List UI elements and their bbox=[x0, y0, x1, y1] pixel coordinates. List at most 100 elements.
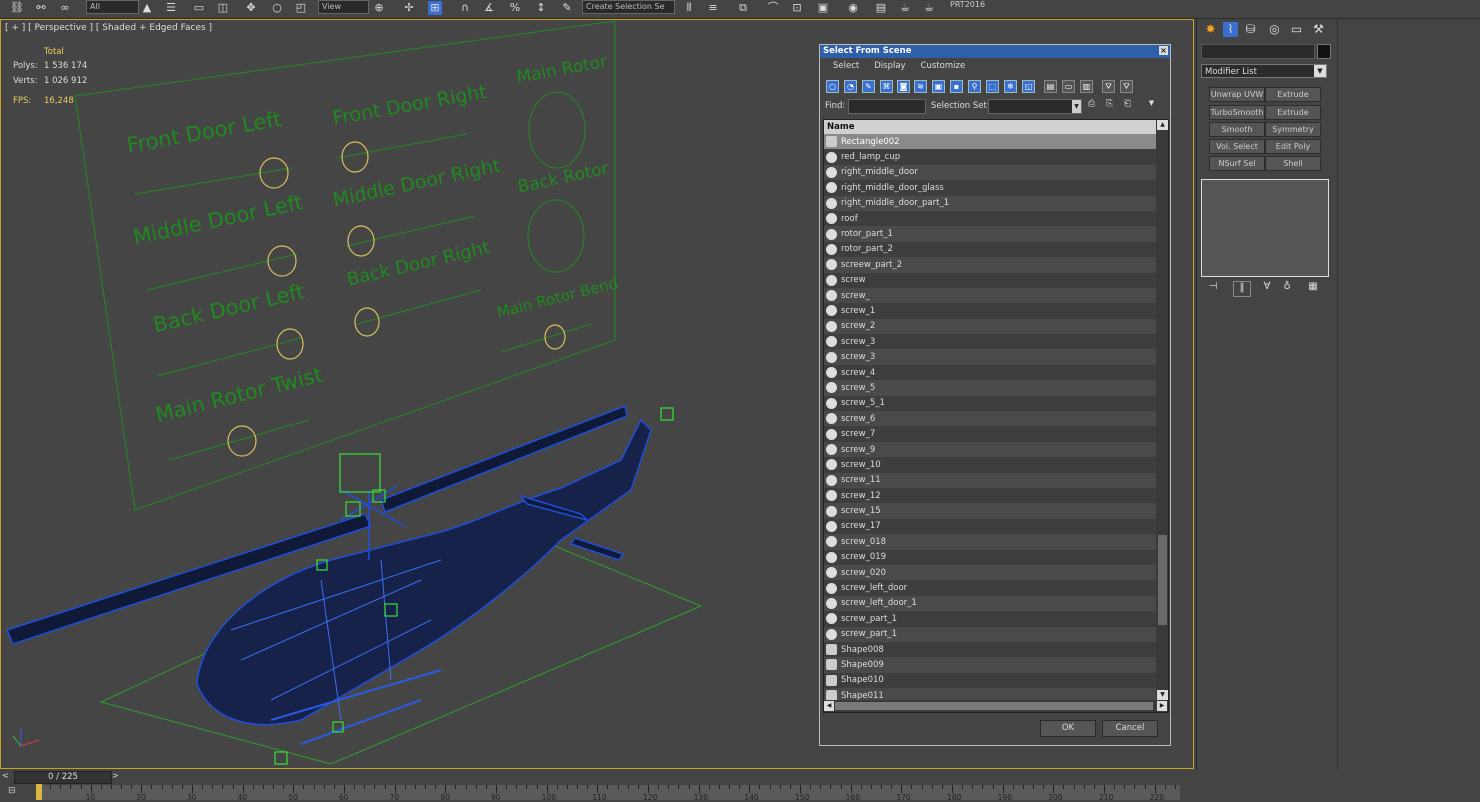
list-item[interactable]: screw bbox=[824, 272, 1156, 288]
list-item[interactable]: screw_5 bbox=[824, 380, 1156, 395]
snap-icon[interactable]: ∩ bbox=[458, 1, 472, 15]
list-item[interactable]: screw_019 bbox=[824, 549, 1156, 565]
rect-region-icon[interactable]: ▭ bbox=[192, 1, 206, 15]
hscroll-thumb[interactable] bbox=[835, 702, 1153, 710]
list-item[interactable]: screw_020 bbox=[824, 565, 1156, 580]
list-item[interactable]: rotor_part_2 bbox=[824, 241, 1156, 258]
modifier-button-nsurf-sel[interactable]: NSurf Sel bbox=[1209, 156, 1265, 171]
select-all-icon[interactable]: ▤ bbox=[1044, 80, 1057, 93]
time-cursor[interactable] bbox=[36, 784, 42, 800]
curve-editor-icon[interactable]: ⌒ bbox=[766, 1, 780, 15]
menu-select[interactable]: Select bbox=[833, 61, 859, 71]
list-item[interactable]: screw_1 bbox=[824, 303, 1156, 319]
filter-geometry-icon[interactable]: ○ bbox=[826, 80, 839, 93]
list-item[interactable]: screw_9 bbox=[824, 442, 1156, 457]
modifier-button-turbosmooth[interactable]: TurboSmooth bbox=[1209, 105, 1265, 120]
remove-modifier-icon[interactable]: ♁ bbox=[1279, 281, 1295, 295]
selset-add-icon[interactable]: ⎘ bbox=[1103, 99, 1116, 112]
modifier-button-extrude[interactable]: Extrude bbox=[1265, 87, 1321, 102]
modifier-button-vol-select[interactable]: Vol. Select bbox=[1209, 139, 1265, 154]
configure-sets-icon[interactable]: ▦ bbox=[1305, 281, 1321, 295]
align-icon[interactable]: ≡ bbox=[706, 1, 720, 15]
list-item[interactable]: screw_17 bbox=[824, 518, 1156, 535]
list-item[interactable]: screew_part_2 bbox=[824, 257, 1156, 272]
track-bar-ruler[interactable]: 10 20 30 40 50 60 70 80 90 100 110 120 130 140 150 160 1… bbox=[40, 785, 1180, 802]
list-item[interactable]: right_middle_door_glass bbox=[824, 180, 1156, 196]
list-item[interactable]: screw_part_1 bbox=[824, 627, 1156, 642]
unlink-icon[interactable]: ⚯ bbox=[34, 1, 48, 15]
list-item[interactable]: screw_ bbox=[824, 288, 1156, 303]
rotate-icon[interactable]: ○ bbox=[270, 1, 284, 15]
spinner-snap-icon[interactable]: ↕ bbox=[534, 1, 548, 15]
filter-helpers-icon[interactable]: ◙ bbox=[897, 80, 910, 93]
menu-customize[interactable]: Customize bbox=[921, 61, 966, 71]
display-tab-icon[interactable]: ▭ bbox=[1289, 22, 1304, 37]
select-icon[interactable]: ▲ bbox=[140, 1, 154, 15]
modifier-stack-view[interactable] bbox=[1201, 179, 1329, 277]
modifier-button-unwrap-uvw[interactable]: Unwrap UVW bbox=[1209, 87, 1265, 102]
named-selection-combo[interactable]: Create Selection Se bbox=[582, 0, 675, 14]
list-item[interactable]: right_middle_door_part_1 bbox=[824, 196, 1156, 211]
move-icon[interactable]: ✥ bbox=[244, 1, 258, 15]
selection-filter-combo[interactable]: All bbox=[86, 0, 139, 14]
utilities-tab-icon[interactable]: ⚒ bbox=[1311, 22, 1326, 37]
list-item[interactable]: screw_7 bbox=[824, 426, 1156, 442]
render-setup-icon[interactable]: ◉ bbox=[846, 1, 860, 15]
helicopter-model[interactable] bbox=[5, 404, 652, 745]
modifier-button-smooth[interactable]: Smooth bbox=[1209, 122, 1265, 137]
filter-groups-icon[interactable]: ▣ bbox=[932, 80, 945, 93]
scene-object-list[interactable]: Name Rectangle002 red_lamp_cup right_middl… bbox=[823, 119, 1169, 713]
window-crossing-icon[interactable]: ◫ bbox=[216, 1, 230, 15]
percent-snap-icon[interactable]: % bbox=[508, 1, 522, 15]
modifier-button-symmetry[interactable]: Symmetry bbox=[1265, 122, 1321, 137]
select-invert-icon[interactable]: ▥ bbox=[1080, 80, 1093, 93]
list-item[interactable]: screw_3 bbox=[824, 334, 1156, 350]
edit-named-sel-icon[interactable]: ✎ bbox=[560, 1, 574, 15]
selection-set-combo[interactable]: ▼ bbox=[988, 99, 1082, 114]
dialog-title-bar[interactable]: Select From Scene × bbox=[820, 45, 1170, 58]
list-item[interactable]: screw_5_1 bbox=[824, 395, 1156, 412]
list-item[interactable]: screw_15 bbox=[824, 503, 1156, 518]
filter-options-icon[interactable]: ⛛ bbox=[1120, 80, 1133, 93]
list-item[interactable]: rotor_part_1 bbox=[824, 226, 1156, 241]
timeline-prev-button[interactable]: < bbox=[2, 771, 9, 780]
selset-expand-icon[interactable]: ▼ bbox=[1145, 99, 1158, 112]
list-item[interactable]: Shape008 bbox=[824, 641, 1156, 658]
viewport-label[interactable]: [ + ] [ Perspective ] [ Shaded + Edged F… bbox=[5, 23, 212, 33]
layer-icon[interactable]: ⧉ bbox=[736, 1, 750, 15]
filter-containers-icon[interactable]: ⬚ bbox=[986, 80, 999, 93]
modify-tab-icon[interactable]: ⌇ bbox=[1223, 22, 1238, 37]
list-item[interactable]: screw_018 bbox=[824, 534, 1156, 549]
create-tab-icon[interactable]: ✸ bbox=[1203, 22, 1218, 37]
pin-stack-icon[interactable]: ⊣ bbox=[1205, 281, 1221, 295]
modifier-button-extrude-2[interactable]: Extrude bbox=[1265, 105, 1321, 120]
menu-display[interactable]: Display bbox=[874, 61, 905, 71]
timeline-toggle-icon[interactable]: ⊟ bbox=[8, 786, 24, 798]
filter-xrefs-icon[interactable]: ▪ bbox=[950, 80, 963, 93]
scroll-left-icon[interactable]: ◀ bbox=[824, 701, 834, 711]
scroll-up-icon[interactable]: ▲ bbox=[1157, 120, 1168, 130]
scroll-right-icon[interactable]: ▶ bbox=[1157, 701, 1167, 711]
list-item[interactable]: screw_3 bbox=[824, 349, 1156, 364]
object-color-swatch[interactable] bbox=[1317, 44, 1331, 59]
link-icon[interactable]: ⛓ bbox=[10, 1, 24, 15]
mirror-icon[interactable]: ⫴ bbox=[682, 1, 696, 15]
select-none-icon[interactable]: ▭ bbox=[1062, 80, 1075, 93]
render-iterative-icon[interactable]: ☕ bbox=[922, 1, 936, 15]
select-by-name-icon[interactable]: ☰ bbox=[164, 1, 178, 15]
filter-bones-icon[interactable]: ⚲ bbox=[968, 80, 981, 93]
bind-icon[interactable]: ∞ bbox=[58, 1, 72, 15]
list-item[interactable]: screw_12 bbox=[824, 487, 1156, 504]
scale-icon[interactable]: ◰ bbox=[294, 1, 308, 15]
show-end-result-icon[interactable]: ‖ bbox=[1233, 281, 1251, 297]
schematic-icon[interactable]: ⊡ bbox=[790, 1, 804, 15]
scroll-down-icon[interactable]: ▼ bbox=[1157, 690, 1168, 700]
list-item[interactable]: screw_part_1 bbox=[824, 611, 1156, 627]
list-item[interactable]: red_lamp_cup bbox=[824, 149, 1156, 165]
hierarchy-tab-icon[interactable]: ⛁ bbox=[1243, 22, 1258, 37]
list-item[interactable]: screw_11 bbox=[824, 473, 1156, 488]
selset-create-icon[interactable]: ⎙ bbox=[1085, 99, 1098, 112]
filter-lights-icon[interactable]: ✎ bbox=[862, 80, 875, 93]
modifier-button-edit-poly[interactable]: Edit Poly bbox=[1265, 139, 1321, 154]
make-unique-icon[interactable]: ∀ bbox=[1259, 281, 1275, 295]
